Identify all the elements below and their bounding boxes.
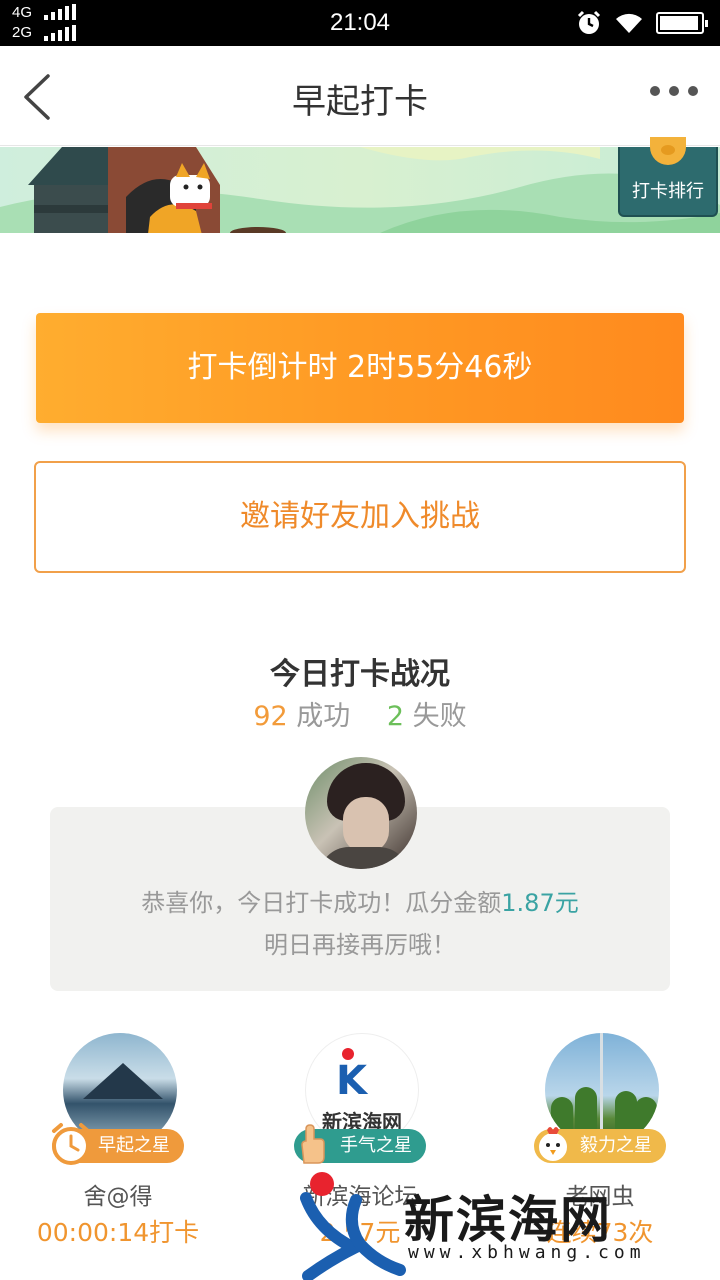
star-stat: 00:00:14打卡	[36, 1218, 200, 1247]
ranking-label: 打卡排行	[632, 181, 704, 202]
ranking-button[interactable]: 打卡排行	[618, 137, 718, 217]
star-badge-label: 手气之星	[340, 1135, 412, 1156]
fail-label: 失败	[412, 701, 467, 732]
star-badge-label: 毅力之星	[580, 1135, 652, 1156]
invite-friends-button[interactable]: 邀请好友加入挑战	[34, 461, 686, 573]
early-bird-star[interactable]: 早起之星 舍@得 00:00:14打卡	[8, 1033, 228, 1263]
status-bar: 4G 2G 21:04	[0, 0, 720, 46]
watermark-url: www.xbhwang.com	[408, 1242, 646, 1263]
medal-icon	[650, 137, 686, 165]
result-message: 恭喜你，今日打卡成功！瓜分金额1.87元	[50, 883, 670, 918]
hand-icon	[301, 1124, 325, 1164]
dog-house-illustration	[0, 147, 720, 251]
wifi-icon	[616, 13, 642, 33]
chick-icon	[537, 1127, 569, 1163]
reward-amount: 1.87元	[501, 889, 579, 917]
success-count: 92	[253, 701, 288, 732]
star-badge: 毅力之星	[534, 1127, 666, 1163]
battery-icon	[656, 12, 708, 34]
page-title: 早起打卡	[292, 82, 428, 122]
star-badge: 早起之星	[52, 1123, 184, 1165]
alarm-icon	[577, 10, 601, 34]
user-avatar[interactable]	[305, 757, 417, 869]
banner-illustration	[0, 147, 720, 251]
navigation-bar: 早起打卡	[0, 46, 720, 146]
encouragement-text: 明日再接再厉哦！	[264, 931, 456, 959]
watermark-logo-icon	[300, 1172, 406, 1280]
star-badge-label: 早起之星	[98, 1135, 170, 1156]
checkin-countdown-button[interactable]: 打卡倒计时 2时55分46秒	[36, 313, 684, 423]
star-username: 舍@得	[83, 1184, 153, 1210]
site-watermark: 新滨海网 www.xbhwang.com	[300, 1170, 720, 1280]
fail-count: 2	[386, 701, 405, 732]
today-stats-summary: 92 成功 2 失败	[0, 694, 720, 733]
success-label: 成功	[296, 701, 351, 732]
result-message-text: 恭喜你，今日打卡成功！瓜分金额	[141, 889, 502, 917]
star-badge: 手气之星	[294, 1124, 426, 1164]
today-stats-title: 今日打卡战况	[270, 657, 450, 692]
more-options-icon[interactable]	[650, 86, 698, 96]
alarm-clock-icon	[52, 1123, 90, 1165]
